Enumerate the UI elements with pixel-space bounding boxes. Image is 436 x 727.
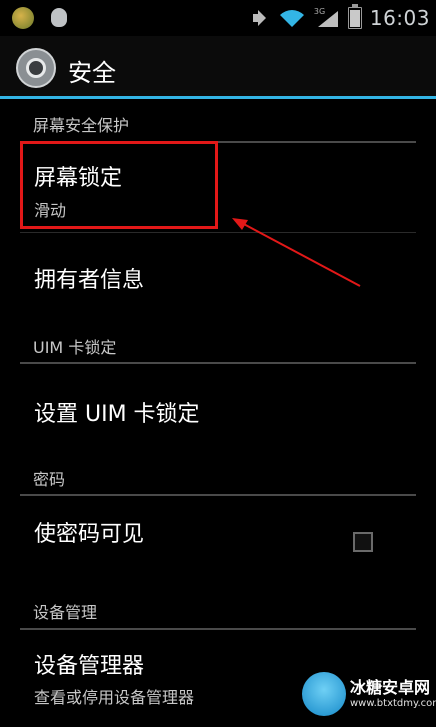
annotation-arrow bbox=[232, 218, 361, 287]
watermark-url: www.btxtdmy.com bbox=[350, 698, 436, 709]
watermark-logo bbox=[302, 672, 346, 716]
watermark-name: 冰糖安卓网 bbox=[350, 678, 431, 697]
watermark: 冰糖安卓网 www.btxtdmy.com bbox=[298, 660, 436, 727]
